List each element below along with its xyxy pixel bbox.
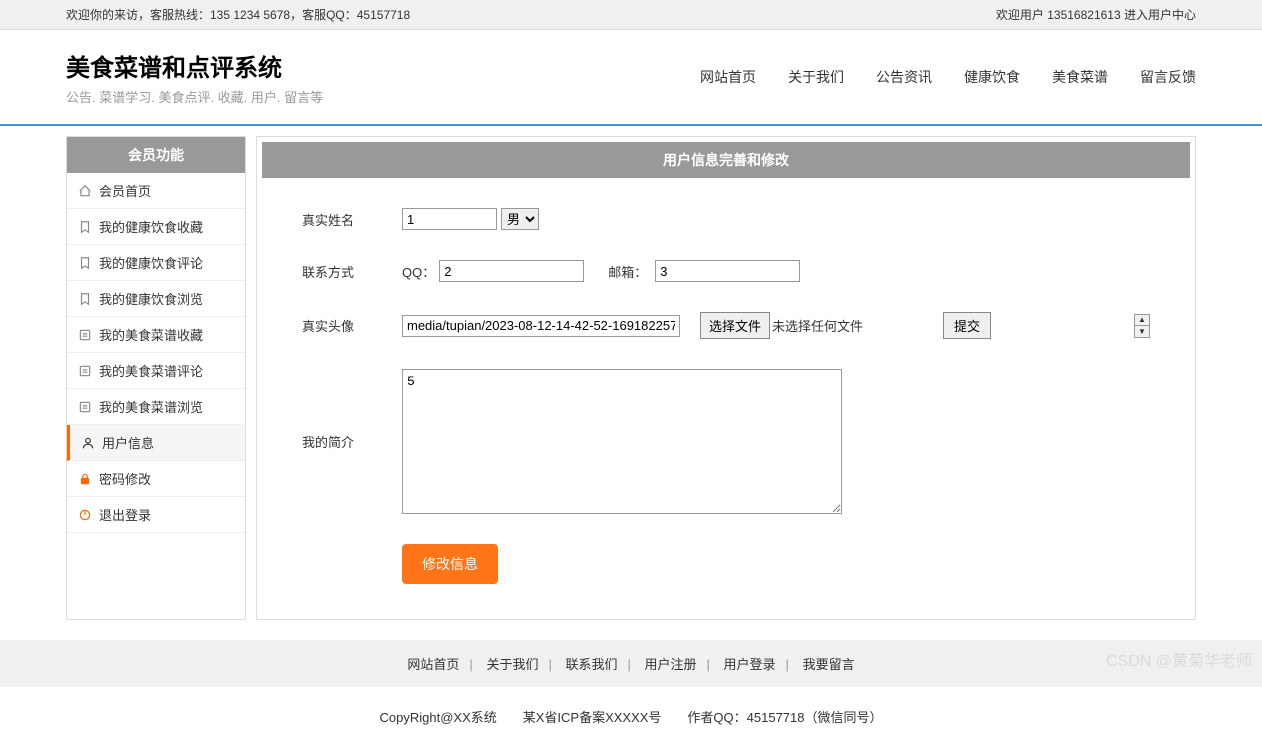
topbar-right: 欢迎用户 13516821613 进入用户中心 xyxy=(996,6,1196,23)
bookmark-icon xyxy=(77,255,93,271)
list-icon xyxy=(77,327,93,343)
avatar-submit-button[interactable]: 提交 xyxy=(943,312,991,339)
sidebar-item-recipe-fav: 我的美食菜谱收藏 xyxy=(67,317,245,353)
qq-prefix: QQ： xyxy=(402,262,435,281)
stepper-down-icon[interactable]: ▼ xyxy=(1135,326,1149,337)
sidebar-item-password: 密码修改 xyxy=(67,461,245,497)
realname-label: 真实姓名 xyxy=(302,210,402,229)
sidebar-title: 会员功能 xyxy=(67,137,245,173)
nav-feedback[interactable]: 留言反馈 xyxy=(1140,67,1196,87)
home-icon xyxy=(77,183,93,199)
stepper[interactable]: ▲▼ xyxy=(1134,314,1150,338)
lock-icon xyxy=(77,471,93,487)
sidebar-item-health-fav: 我的健康饮食收藏 xyxy=(67,209,245,245)
sidebar: 会员功能 会员首页 我的健康饮食收藏 我的健康饮食评论 我的健康饮食浏览 我的美… xyxy=(66,136,246,620)
avatar-label: 真实头像 xyxy=(302,316,402,335)
email-input[interactable] xyxy=(655,260,800,282)
file-status: 未选择任何文件 xyxy=(772,316,863,335)
gender-select[interactable]: 男 xyxy=(501,208,539,230)
realname-input[interactable] xyxy=(402,208,497,230)
site-subtitle: 公告. 菜谱学习. 美食点评. 收藏. 用户. 留言等 xyxy=(66,87,323,106)
row-bio: 我的简介 5 xyxy=(302,369,1150,514)
panel-title: 用户信息完善和修改 xyxy=(262,142,1190,178)
bio-textarea[interactable]: 5 xyxy=(402,369,842,514)
main-panel: 用户信息完善和修改 真实姓名 男 联系方式 QQ： 邮箱： xyxy=(256,136,1196,620)
user-center-link[interactable]: 进入用户中心 xyxy=(1121,8,1196,22)
copyright: CopyRight@XX系统 某X省ICP备案XXXXX号 作者QQ：45157… xyxy=(0,687,1262,756)
bookmark-icon xyxy=(77,291,93,307)
footer-register[interactable]: 用户注册 xyxy=(645,657,697,672)
sidebar-item-health-comment: 我的健康饮食评论 xyxy=(67,245,245,281)
nav-about[interactable]: 关于我们 xyxy=(788,67,844,87)
site-title: 美食菜谱和点评系统 xyxy=(66,48,323,83)
nav-health[interactable]: 健康饮食 xyxy=(964,67,1020,87)
footer-home[interactable]: 网站首页 xyxy=(407,657,459,672)
row-realname: 真实姓名 男 xyxy=(302,208,1150,230)
user-icon xyxy=(80,435,96,451)
sidebar-item-recipe-comment: 我的美食菜谱评论 xyxy=(67,353,245,389)
divider xyxy=(0,124,1262,126)
sidebar-item-home: 会员首页 xyxy=(67,173,245,209)
header: 美食菜谱和点评系统 公告. 菜谱学习. 美食点评. 收藏. 用户. 留言等 网站… xyxy=(66,30,1196,124)
main-nav: 网站首页 关于我们 公告资讯 健康饮食 美食菜谱 留言反馈 xyxy=(700,67,1196,87)
power-icon xyxy=(77,507,93,523)
topbar: 欢迎你的来访，客服热线：135 1234 5678，客服QQ：45157718 … xyxy=(0,0,1262,30)
row-contact: 联系方式 QQ： 邮箱： xyxy=(302,260,1150,282)
sidebar-item-logout: 退出登录 xyxy=(67,497,245,533)
qq-input[interactable] xyxy=(439,260,584,282)
footer: 网站首页| 关于我们| 联系我们| 用户注册| 用户登录| 我要留言 xyxy=(0,640,1262,687)
avatar-path-input[interactable] xyxy=(402,315,680,337)
sidebar-item-userinfo: 用户信息 xyxy=(67,425,245,461)
list-icon xyxy=(77,363,93,379)
row-avatar: 真实头像 选择文件 未选择任何文件 提交 ▲▼ xyxy=(302,312,1150,339)
email-prefix: 邮箱： xyxy=(608,262,647,281)
nav-home[interactable]: 网站首页 xyxy=(700,67,756,87)
contact-label: 联系方式 xyxy=(302,262,402,281)
sidebar-item-health-view: 我的健康饮食浏览 xyxy=(67,281,245,317)
list-icon xyxy=(77,399,93,415)
footer-message[interactable]: 我要留言 xyxy=(803,657,855,672)
footer-login[interactable]: 用户登录 xyxy=(724,657,776,672)
bookmark-icon xyxy=(77,219,93,235)
submit-button[interactable]: 修改信息 xyxy=(402,544,498,584)
footer-contact[interactable]: 联系我们 xyxy=(565,657,617,672)
footer-about[interactable]: 关于我们 xyxy=(486,657,538,672)
user-link[interactable]: 13516821613 xyxy=(1047,8,1120,22)
logo-area: 美食菜谱和点评系统 公告. 菜谱学习. 美食点评. 收藏. 用户. 留言等 xyxy=(66,48,323,106)
bio-label: 我的简介 xyxy=(302,432,402,451)
stepper-up-icon[interactable]: ▲ xyxy=(1135,315,1149,327)
choose-file-button[interactable]: 选择文件 xyxy=(700,312,770,339)
sidebar-item-recipe-view: 我的美食菜谱浏览 xyxy=(67,389,245,425)
topbar-left: 欢迎你的来访，客服热线：135 1234 5678，客服QQ：45157718 xyxy=(66,6,410,23)
nav-recipe[interactable]: 美食菜谱 xyxy=(1052,67,1108,87)
nav-news[interactable]: 公告资讯 xyxy=(876,67,932,87)
